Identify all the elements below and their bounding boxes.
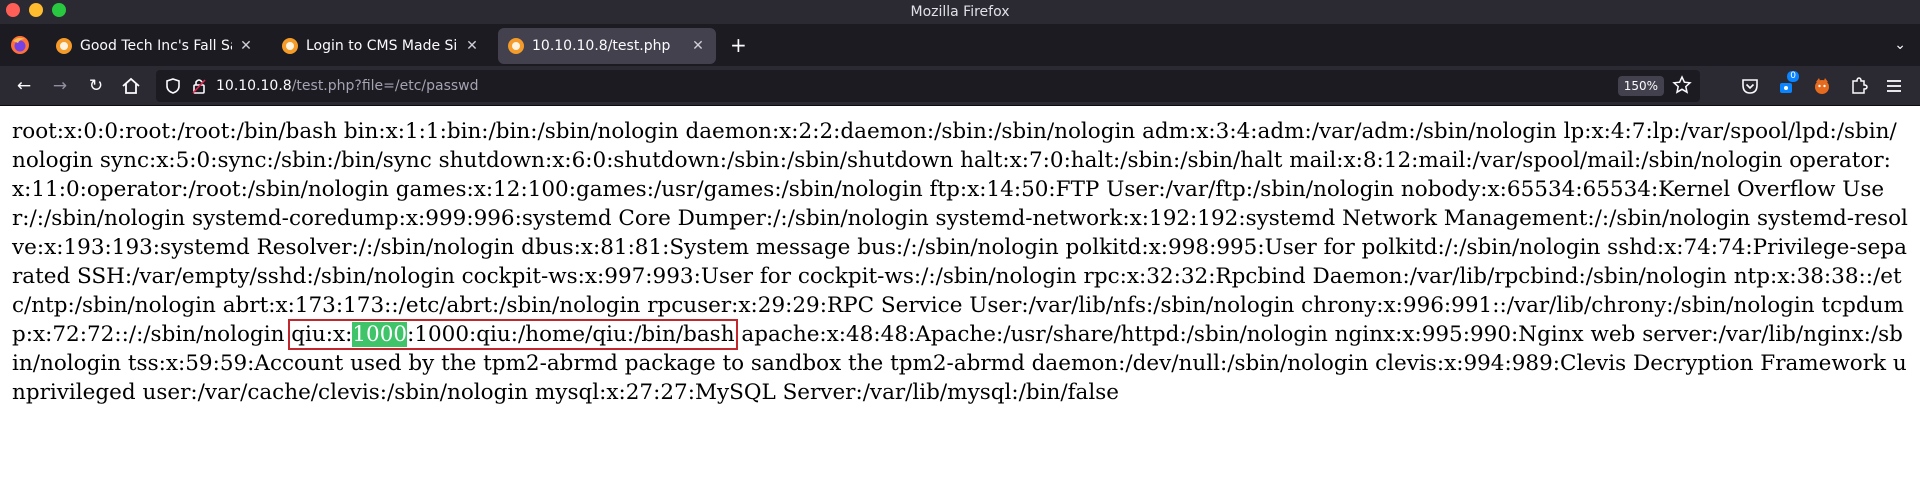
hamburger-menu-icon[interactable] <box>1883 75 1905 97</box>
page-content: root:x:0:0:root:/root:/bin/bash bin:x:1:… <box>0 106 1920 407</box>
extension-badge: 0 <box>1787 71 1799 82</box>
zoom-level-button[interactable]: 150% <box>1617 76 1664 96</box>
highlighted-qiu-entry: qiu:x:1000:1000:qiu:/home/qiu:/bin/bash <box>288 319 738 350</box>
tab-close-icon[interactable]: ✕ <box>238 38 254 54</box>
url-bar[interactable]: 10.10.10.8/test.php?file=/etc/passwd 150… <box>156 70 1700 102</box>
extensions-puzzle-icon[interactable] <box>1847 75 1869 97</box>
tab-title: 10.10.10.8/test.php <box>532 38 671 54</box>
tab-title: Login to CMS Made Simple <box>306 38 458 54</box>
tab-cms-login[interactable]: Login to CMS Made Simple ✕ <box>272 28 490 64</box>
window-minimize-button[interactable] <box>29 3 43 17</box>
window-controls <box>6 3 66 17</box>
window-title: Mozilla Firefox <box>910 4 1010 20</box>
qiu-uid-highlight: 1000 <box>352 322 408 347</box>
tab-favicon-icon <box>282 38 298 54</box>
foxyproxy-icon[interactable] <box>1811 75 1833 97</box>
window-maximize-button[interactable] <box>52 3 66 17</box>
tab-close-icon[interactable]: ✕ <box>464 38 480 54</box>
window-titlebar: Mozilla Firefox <box>0 0 1920 24</box>
tab-strip: Good Tech Inc's Fall Sales ✕ Login to CM… <box>0 24 1920 66</box>
tab-title: Good Tech Inc's Fall Sales <box>80 38 232 54</box>
tracking-protection-shield-icon[interactable] <box>164 77 182 95</box>
pocket-icon[interactable] <box>1739 75 1761 97</box>
tab-close-icon[interactable]: ✕ <box>690 38 706 54</box>
forward-arrow-icon[interactable]: → <box>48 74 72 98</box>
bookmark-star-icon[interactable] <box>1672 75 1692 95</box>
tab-good-tech[interactable]: Good Tech Inc's Fall Sales ✕ <box>46 28 264 64</box>
reload-icon[interactable]: ↻ <box>84 74 108 98</box>
list-all-tabs-chevron-down-icon[interactable]: ⌄ <box>1894 37 1906 53</box>
qiu-entry-prefix: qiu:x: <box>291 322 353 347</box>
navigation-toolbar: ← → ↻ 10.10.10.8/test.php?file=/etc/pass… <box>0 66 1920 106</box>
window-close-button[interactable] <box>6 3 20 17</box>
insecure-lock-icon[interactable] <box>190 77 208 95</box>
firefox-view-icon[interactable] <box>10 35 30 55</box>
home-icon[interactable] <box>120 75 142 97</box>
url-text[interactable]: 10.10.10.8/test.php?file=/etc/passwd <box>216 78 479 94</box>
url-path: /test.php?file=/etc/passwd <box>291 78 479 94</box>
tab-favicon-icon <box>56 38 72 54</box>
passwd-text-before: root:x:0:0:root:/root:/bin/bash bin:x:1:… <box>12 119 1908 347</box>
tab-favicon-icon <box>508 38 524 54</box>
new-tab-button[interactable]: + <box>730 35 747 55</box>
extension-icon[interactable]: 0 <box>1775 71 1799 97</box>
qiu-entry-suffix: :1000:qiu:/home/qiu:/bin/bash <box>407 322 735 347</box>
tab-test-php[interactable]: 10.10.10.8/test.php ✕ <box>498 28 716 64</box>
back-arrow-icon[interactable]: ← <box>12 74 36 98</box>
url-host: 10.10.10.8 <box>216 78 292 94</box>
